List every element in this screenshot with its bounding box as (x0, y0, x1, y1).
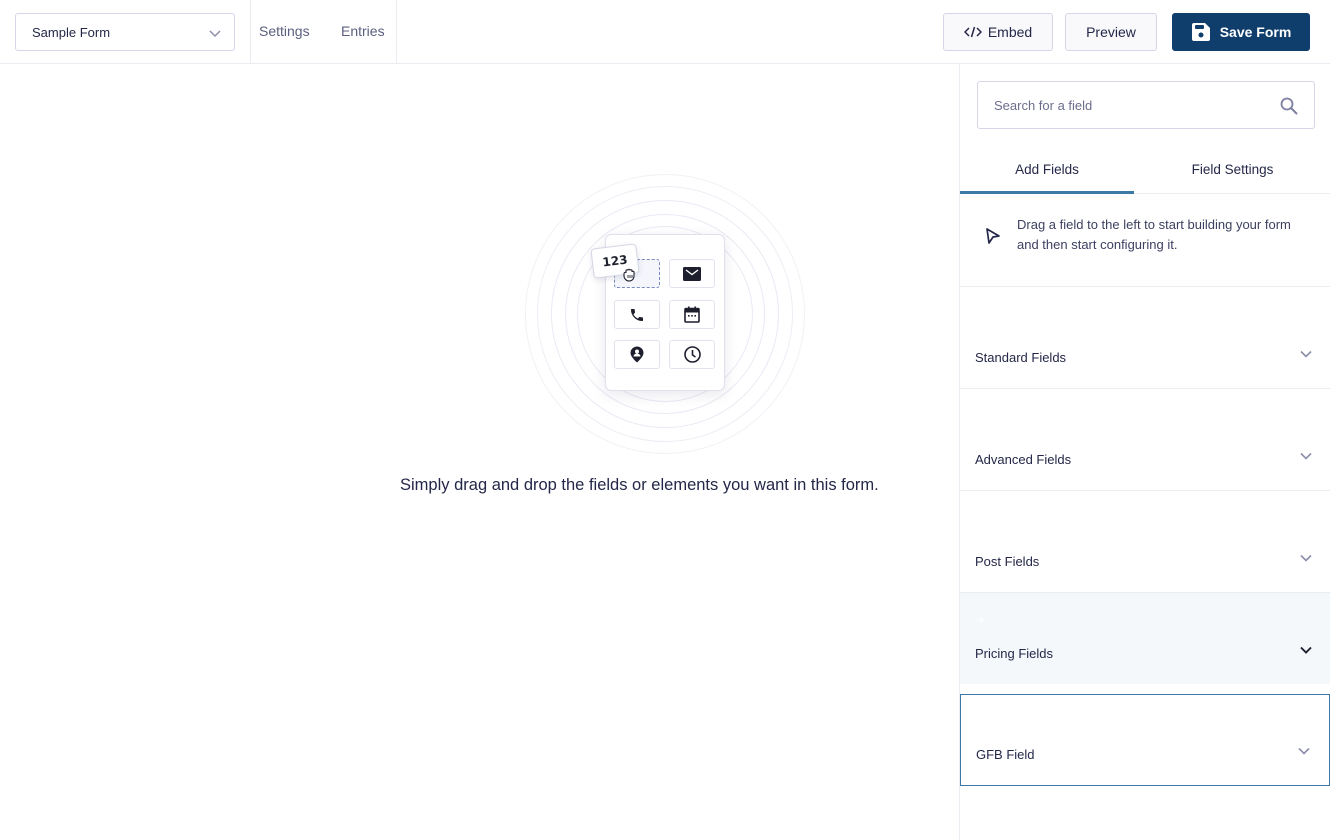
form-selector-value: Sample Form (32, 24, 111, 40)
field-search-input[interactable] (994, 97, 1254, 113)
empty-state-illustration: 123 (525, 174, 805, 454)
embed-label: Embed (987, 24, 1033, 40)
tab-add-fields[interactable]: Add Fields (960, 149, 1134, 194)
save-form-label: Save Form (1219, 24, 1292, 40)
search-icon[interactable] (1279, 96, 1299, 116)
tab-field-settings[interactable]: Field Settings (1134, 149, 1330, 194)
embed-button[interactable]: Embed (943, 13, 1053, 51)
phone-field-tile (614, 300, 660, 329)
empty-state-message: Simply drag and drop the fields or eleme… (400, 476, 879, 494)
group-standard-fields[interactable]: Standard Fields (960, 287, 1330, 389)
nav-entries-link[interactable]: Entries (341, 0, 385, 63)
phone-icon (631, 308, 643, 321)
drag-hint: Drag a field to the left to start buildi… (960, 194, 1330, 287)
group-label: GFB Field (976, 747, 1035, 762)
form-selector[interactable]: Sample Form (15, 13, 235, 51)
map-pin-icon (630, 346, 644, 363)
calendar-icon (684, 306, 700, 323)
chevron-down-icon (1300, 452, 1312, 460)
preview-button[interactable]: Preview (1065, 13, 1157, 51)
plus-icon: + (978, 613, 986, 627)
time-field-tile (669, 340, 715, 369)
nav-divider (396, 0, 397, 63)
top-bar: Sample Form Settings Entries Embed Previ… (0, 0, 1330, 64)
nav-divider (250, 0, 251, 63)
email-field-tile (669, 259, 715, 288)
group-label: Post Fields (975, 554, 1040, 569)
field-search[interactable] (977, 81, 1315, 129)
grab-hand-icon (623, 268, 635, 282)
chevron-down-icon (1300, 554, 1312, 562)
field-sidebar: Add Fields Field Settings Drag a field t… (959, 64, 1330, 840)
address-field-tile (614, 340, 660, 369)
code-icon (963, 26, 982, 38)
chevron-down-icon (209, 30, 221, 38)
group-post-fields[interactable]: Post Fields (960, 491, 1330, 593)
drag-hint-text: Drag a field to the left to start buildi… (1017, 217, 1291, 252)
group-pricing-fields[interactable]: + Pricing Fields (960, 593, 1330, 684)
sidebar-tabs: Add Fields Field Settings (960, 149, 1330, 194)
chevron-down-icon (1298, 747, 1310, 755)
cursor-arrow-icon (986, 228, 1000, 244)
nav-settings-link[interactable]: Settings (259, 0, 310, 63)
chevron-down-icon (1300, 646, 1312, 654)
group-advanced-fields[interactable]: Advanced Fields (960, 389, 1330, 491)
preview-label: Preview (1086, 24, 1136, 40)
group-label: Pricing Fields (975, 646, 1054, 661)
form-canvas[interactable]: 123 Simply drag and drop the fields or e… (0, 64, 960, 840)
group-label: Advanced Fields (975, 452, 1072, 467)
date-field-tile (669, 300, 715, 329)
clock-icon (683, 346, 701, 363)
chevron-down-icon (1300, 350, 1312, 358)
group-label: Standard Fields (975, 350, 1067, 365)
save-form-button[interactable]: Save Form (1172, 13, 1310, 51)
envelope-icon (683, 266, 701, 281)
floppy-disk-icon (1191, 22, 1211, 42)
group-gfb-field[interactable]: GFB Field (960, 694, 1330, 786)
